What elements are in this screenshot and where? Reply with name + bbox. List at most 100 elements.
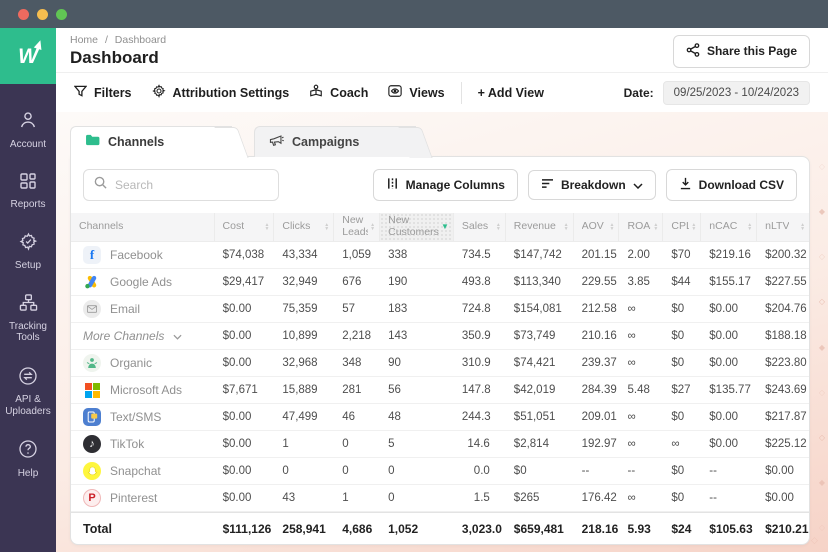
sort-arrows-icon: ▲ ▼ — [747, 221, 753, 232]
column-header-channels[interactable]: Channels — [71, 213, 215, 241]
cell-new-leads: 57 — [342, 303, 356, 315]
table-row[interactable]: Microsoft Ads $7,671 15,889 281 56 147.8 $42,0… — [71, 377, 809, 404]
filters-button[interactable]: Filters — [64, 79, 142, 107]
search-input[interactable] — [115, 178, 268, 192]
cell-new-leads: 1,059 — [342, 249, 372, 261]
table-controls: Manage Columns Breakdown Download CSV — [71, 157, 809, 213]
cell-revenue: $659,481 — [513, 521, 564, 536]
date-range-picker[interactable]: 09/25/2023 - 10/24/2023 — [662, 80, 810, 105]
user-icon — [18, 110, 38, 134]
sidebar-item-label: Reports — [10, 198, 46, 210]
views-button[interactable]: Views — [378, 78, 454, 107]
cell-ncac: $0.00 — [709, 330, 739, 342]
cell-sales: 724.8 — [461, 303, 491, 315]
cell-new-customers: 56 — [388, 384, 401, 396]
cell-sales: 734.5 — [461, 249, 491, 261]
table-row[interactable]: Email $0.00 75,359 57 183 724.8 $154,081 212.58… — [71, 296, 809, 323]
column-header-roas[interactable]: ROAS▲▼ — [619, 213, 664, 241]
cell-new-customers: 190 — [388, 276, 408, 288]
sidebar-item-api-uploaders[interactable]: API & Uploaders — [0, 366, 56, 418]
cell-roas: ∞ — [627, 357, 636, 369]
column-header-new-customers[interactable]: New Customers ▼ — [380, 213, 454, 241]
column-header-sales[interactable]: Sales ▲ ▼ — [454, 213, 506, 241]
minimize-window-button[interactable] — [37, 8, 48, 20]
search-box[interactable] — [83, 169, 279, 201]
sidebar-item-help[interactable]: Help — [0, 439, 56, 479]
column-header-cpl[interactable]: CPL▲▼ — [663, 213, 702, 241]
add-view-button[interactable]: + Add View — [468, 80, 554, 106]
cell-cost: $7,671 — [222, 384, 258, 396]
table-row[interactable]: Google Ads $29,417 32,949 676 190 493.8 $113,3… — [71, 269, 809, 296]
cell-cpl: $0 — [671, 330, 685, 342]
column-header-new-leads[interactable]: New Leads ▲ ▼ — [334, 213, 381, 241]
channels-card: Manage Columns Breakdown Download CSV — [70, 156, 810, 545]
column-header-nltv[interactable]: nLTV ▲ ▼ — [757, 213, 809, 241]
table-row[interactable]: More Channels $0.00 10,899 2,218 143 350.9 $73… — [71, 323, 809, 350]
attribution-settings-button[interactable]: Attribution Settings — [142, 78, 300, 107]
channel-name: Microsoft Ads — [110, 383, 183, 397]
table-row[interactable]: P Pinterest $0.00 43 1 0 1.5 $265 176.42 ∞ $0 -- $0.… — [71, 485, 809, 512]
table-row[interactable]: ♪ TikTok $0.00 1 0 5 14.6 $2,814 192.97 ∞ ∞ $0.00 $2… — [71, 431, 809, 458]
sidebar-item-account[interactable]: Account — [0, 110, 56, 150]
table-row[interactable]: Snapchat $0.00 0 0 0 0.0 $0 -- -- $0 -- $0.00 — [71, 458, 809, 485]
cell-cost: $0.00 — [222, 465, 252, 477]
cell-new-customers: 143 — [388, 330, 408, 342]
cell-cost: $29,417 — [222, 276, 265, 288]
cell-cpl: $44 — [671, 276, 691, 288]
sidebar-item-tracking-tools[interactable]: Tracking Tools — [0, 293, 56, 344]
cell-new-customers: 90 — [388, 357, 401, 369]
table-row[interactable]: Text/SMS $0.00 47,499 46 48 244.3 $51,051 209.0… — [71, 404, 809, 431]
channels-table: Channels Cost ▲ ▼ Clicks ▲ ▼ New Leads ▲ ▼ New Cus… — [71, 213, 809, 544]
channel-cell: Text/SMS — [71, 408, 215, 426]
table-row[interactable]: f Facebook $74,038 43,334 1,059 338 734.5 $147,… — [71, 242, 809, 269]
cell-nltv: $210.21 — [765, 521, 809, 536]
breadcrumb-home-link[interactable]: Home — [70, 34, 98, 46]
sidebar-item-setup[interactable]: Setup — [0, 232, 56, 271]
cell-roas: 3.85 — [627, 276, 650, 288]
cell-sales: 350.9 — [461, 330, 491, 342]
cell-ncac: $0.00 — [709, 357, 739, 369]
cell-cpl: $0 — [671, 492, 685, 504]
zoom-window-button[interactable] — [56, 8, 67, 20]
column-header-aov[interactable]: AOV ▲ ▼ — [574, 213, 620, 241]
app-logo[interactable]: W — [0, 28, 56, 84]
breadcrumb: Home / Dashboard — [70, 34, 166, 46]
sort-desc-icon: ▼ — [441, 222, 449, 231]
cell-aov: 201.15 — [581, 249, 617, 261]
share-page-button[interactable]: Share this Page — [672, 34, 810, 68]
column-header-ncac[interactable]: nCAC ▲ ▼ — [701, 213, 758, 241]
cell-new-leads: 4,686 — [342, 521, 373, 536]
cell-revenue: $0 — [513, 465, 527, 477]
table-row[interactable]: Organic $0.00 32,968 348 90 310.9 $74,421 239.3… — [71, 350, 809, 377]
cell-ncac: $0.00 — [709, 411, 739, 423]
channel-name: Total — [83, 521, 112, 536]
cell-cpl: $27 — [671, 384, 691, 396]
channel-name: Organic — [110, 356, 153, 370]
sidebar-item-reports[interactable]: Reports — [0, 172, 56, 210]
tab-campaigns[interactable]: Campaigns — [254, 126, 416, 157]
cell-revenue: $74,421 — [513, 357, 556, 369]
breakdown-lines-icon — [541, 178, 554, 192]
column-header-revenue[interactable]: Revenue ▲ ▼ — [506, 213, 574, 241]
cell-sales: 1.5 — [473, 492, 490, 504]
close-window-button[interactable] — [18, 8, 29, 20]
download-csv-button[interactable]: Download CSV — [665, 169, 797, 201]
cell-aov: 212.58 — [581, 303, 617, 315]
breakdown-button[interactable]: Breakdown — [527, 170, 656, 200]
cell-new-customers: 183 — [388, 303, 408, 315]
manage-columns-button[interactable]: Manage Columns — [372, 169, 518, 201]
sort-arrows-icon: ▲ ▼ — [370, 221, 376, 232]
column-header-cost[interactable]: Cost ▲ ▼ — [215, 213, 275, 241]
facebook-icon: f — [83, 246, 101, 264]
tab-channels[interactable]: Channels — [70, 126, 232, 157]
cell-aov: 210.16 — [581, 330, 617, 342]
coach-button[interactable]: Coach — [299, 78, 378, 107]
cell-nltv: $223.80 — [765, 357, 807, 369]
breadcrumb-separator: / — [104, 34, 108, 46]
channels-table-body: f Facebook $74,038 43,334 1,059 338 734.5 $147,… — [71, 242, 809, 544]
channel-cell: Organic — [71, 354, 215, 372]
column-header-clicks[interactable]: Clicks ▲ ▼ — [274, 213, 335, 241]
cell-aov: 176.42 — [581, 492, 617, 504]
cell-new-customers: 1,052 — [388, 521, 419, 536]
download-icon — [679, 177, 692, 193]
